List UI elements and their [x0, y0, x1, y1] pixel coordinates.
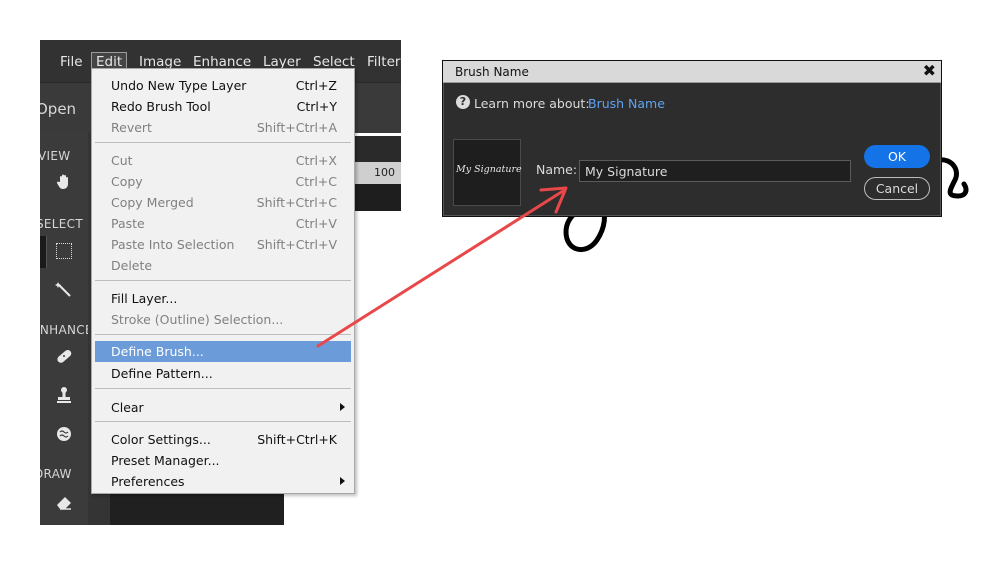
menu-item-stroke-selection[interactable]: Stroke (Outline) Selection... — [92, 309, 354, 330]
menu-item-label: Copy Merged — [111, 195, 194, 210]
smart-brush-tool-icon[interactable] — [53, 424, 75, 446]
menu-item-undo[interactable]: Undo New Type Layer Ctrl+Z — [92, 75, 354, 96]
menu-item-preset-manager[interactable]: Preset Manager... — [92, 450, 354, 471]
menu-item-copy-merged[interactable]: Copy Merged Shift+Ctrl+C — [92, 192, 354, 213]
menu-item-define-pattern[interactable]: Define Pattern... — [92, 363, 354, 384]
eraser-tool-icon[interactable] — [53, 492, 75, 514]
brush-name-dialog: Brush Name ✖ ? Learn more about: Brush N… — [442, 60, 942, 217]
menu-item-paste-into-selection[interactable]: Paste Into Selection Shift+Ctrl+V — [92, 234, 354, 255]
tool-section-select: SELECT — [40, 217, 83, 231]
menu-separator — [95, 334, 351, 335]
menu-item-define-brush[interactable]: Define Brush... — [95, 341, 351, 362]
healing-brush-tool-icon[interactable] — [53, 346, 75, 368]
hand-tool-icon[interactable] — [53, 172, 75, 194]
tool-section-draw: DRAW — [40, 467, 72, 481]
menu-file[interactable]: File — [56, 52, 87, 72]
menu-item-shortcut: Shift+Ctrl+K — [257, 432, 337, 447]
menu-item-shortcut: Ctrl+Y — [296, 99, 337, 114]
menu-item-shortcut: Shift+Ctrl+C — [256, 195, 337, 210]
name-label: Name: — [536, 162, 578, 177]
dialog-title: Brush Name — [455, 65, 529, 79]
menu-item-clear[interactable]: Clear — [92, 397, 354, 418]
magic-wand-tool-icon[interactable] — [53, 280, 75, 302]
menu-item-copy[interactable]: Copy Ctrl+C — [92, 171, 354, 192]
menu-item-label: Paste — [111, 216, 145, 231]
menu-item-shortcut: Ctrl+Z — [295, 78, 337, 93]
learn-more-label: Learn more about: — [474, 96, 590, 111]
menu-item-label: Redo Brush Tool — [111, 99, 211, 114]
menu-item-label: Clear — [111, 400, 144, 415]
menu-item-label: Fill Layer... — [111, 291, 178, 306]
dialog-title-bar: Brush Name ✖ — [443, 61, 941, 83]
tool-group-indicator — [40, 236, 47, 268]
menu-item-label: Define Pattern... — [111, 366, 213, 381]
menu-item-revert[interactable]: Revert Shift+Ctrl+A — [92, 117, 354, 138]
close-icon[interactable]: ✖ — [923, 61, 936, 80]
menu-item-shortcut: Ctrl+C — [295, 174, 337, 189]
menu-item-label: Color Settings... — [111, 432, 211, 447]
menu-item-label: Stroke (Outline) Selection... — [111, 312, 284, 327]
menu-separator — [95, 388, 351, 389]
menu-item-label: Define Brush... — [111, 344, 204, 359]
menu-item-paste[interactable]: Paste Ctrl+V — [92, 213, 354, 234]
learn-more-link[interactable]: Brush Name — [588, 96, 665, 111]
menu-filter[interactable]: Filter — [363, 52, 401, 72]
menu-item-label: Preferences — [111, 474, 185, 489]
menu-item-label: Paste Into Selection — [111, 237, 235, 252]
menu-separator — [95, 142, 351, 143]
menu-item-preferences[interactable]: Preferences — [92, 471, 354, 492]
menu-item-cut[interactable]: Cut Ctrl+X — [92, 150, 354, 171]
brush-preview-text: My Signature — [456, 164, 522, 175]
menu-item-label: Delete — [111, 258, 153, 273]
clone-stamp-tool-icon[interactable] — [53, 385, 75, 407]
ruler-value: 100 — [374, 166, 395, 179]
menu-item-redo[interactable]: Redo Brush Tool Ctrl+Y — [92, 96, 354, 117]
menu-item-label: Copy — [111, 174, 143, 189]
tool-section-enhance: ENHANCE — [40, 323, 93, 337]
menu-item-delete[interactable]: Delete — [92, 255, 354, 276]
menu-item-color-settings[interactable]: Color Settings... Shift+Ctrl+K — [92, 429, 354, 450]
submenu-arrow-icon — [340, 403, 345, 411]
menu-item-shortcut: Ctrl+V — [295, 216, 337, 231]
menu-item-label: Cut — [111, 153, 133, 168]
menu-item-shortcut: Shift+Ctrl+A — [256, 120, 337, 135]
menu-item-label: Preset Manager... — [111, 453, 220, 468]
cancel-button[interactable]: Cancel — [864, 177, 930, 200]
open-button[interactable]: Open — [40, 100, 76, 118]
ok-button[interactable]: OK — [864, 145, 930, 168]
menu-item-shortcut: Ctrl+X — [295, 153, 337, 168]
menu-item-label: Undo New Type Layer — [111, 78, 247, 93]
menu-item-fill-layer[interactable]: Fill Layer... — [92, 288, 354, 309]
tool-section-view: VIEW — [40, 149, 71, 163]
menu-separator — [95, 280, 351, 281]
help-icon: ? — [456, 95, 470, 109]
edit-menu-dropdown: Undo New Type Layer Ctrl+Z Redo Brush To… — [91, 68, 355, 494]
brush-name-input[interactable] — [579, 160, 851, 182]
marquee-tool-icon[interactable] — [56, 243, 72, 259]
submenu-arrow-icon — [340, 477, 345, 485]
brush-preview-thumbnail: My Signature — [453, 139, 522, 206]
menu-item-shortcut: Shift+Ctrl+V — [256, 237, 337, 252]
menu-separator — [95, 421, 351, 422]
menu-item-label: Revert — [111, 120, 152, 135]
